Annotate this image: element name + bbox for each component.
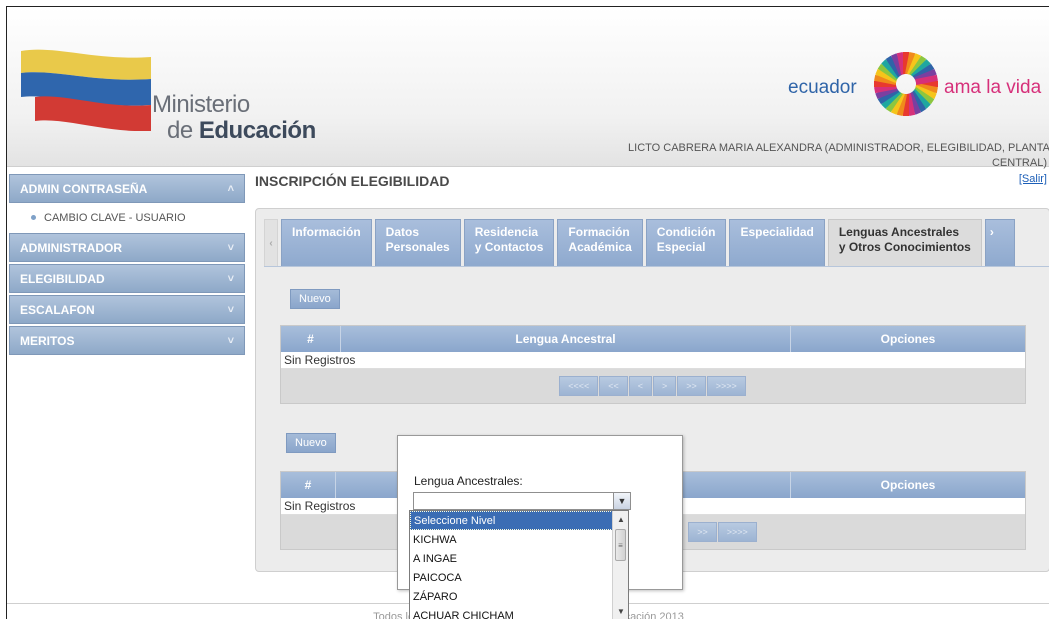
nuevo-button-1[interactable]: Nuevo <box>290 289 340 309</box>
chevron-up-icon: ˄ <box>227 182 234 195</box>
user-info-cont: CENTRAL) <box>991 157 1047 169</box>
app-window: Ministerio de Educación ecuador ama la v… <box>6 6 1049 619</box>
pager-next-page-button-2[interactable]: >> <box>688 522 717 542</box>
ministerio-logo-icon <box>21 49 151 131</box>
chevron-down-icon[interactable]: ▼ <box>613 493 630 509</box>
tab-formacion-academica[interactable]: Formación Académica <box>557 219 643 267</box>
logo-text-educacion: de Educación <box>167 117 316 144</box>
tab-residencia-contactos[interactable]: Residencia y Contactos <box>463 219 555 267</box>
dropdown-option[interactable]: ACHUAR CHICHAM <box>410 606 613 619</box>
dropdown-option[interactable]: PAICOCA <box>410 568 613 587</box>
grid-header: # Lengua Ancestral Opciones <box>281 326 1025 352</box>
grid-pager: <<<< << < > >> >>>> <box>281 369 1025 403</box>
pager-prev-button[interactable]: < <box>628 376 652 396</box>
dropdown-option[interactable]: A INGAE <box>410 549 613 568</box>
dropdown-option[interactable]: ZÁPARO <box>410 587 613 606</box>
scroll-down-icon[interactable]: ▼ <box>613 603 628 619</box>
brand-ama-la-vida: ama la vida <box>944 77 1042 98</box>
tab-lenguas-ancestrales[interactable]: Lenguas Ancestrales y Otros Conocimientos <box>827 219 982 267</box>
dropdown-option[interactable]: Seleccione Nivel <box>410 511 613 530</box>
sidebar-item-cambio-clave[interactable]: CAMBIO CLAVE - USUARIO <box>9 205 245 230</box>
bullet-icon <box>31 215 36 220</box>
dropdown-option[interactable]: KICHWA <box>410 530 613 549</box>
chevron-down-icon: ˅ <box>227 272 234 285</box>
pager-prev-page-button[interactable]: << <box>599 376 628 396</box>
header: Ministerio de Educación ecuador ama la v… <box>7 7 1049 167</box>
tab-bar: ‹ Información Datos Personales Residencia… <box>264 219 1049 267</box>
chevron-down-icon: ˅ <box>227 334 234 347</box>
scroll-thumb[interactable]: ≡ <box>615 529 626 561</box>
col-number-2: # <box>281 472 336 498</box>
logo-text-ministerio: Ministerio <box>152 91 250 118</box>
tab-scroll-left-icon[interactable]: ‹ <box>264 219 278 267</box>
tab-divider <box>264 266 1049 267</box>
tab-especialidad[interactable]: Especialidad <box>729 219 825 267</box>
chevron-down-icon: ˅ <box>227 303 234 316</box>
pager-first-button[interactable]: <<<< <box>559 376 599 396</box>
pager-next-page-button[interactable]: >> <box>677 376 706 396</box>
col-opciones: Opciones <box>880 332 936 346</box>
lengua-ancestral-label: Lengua Ancestrales: <box>414 474 523 488</box>
dropdown-scrollbar[interactable]: ▲ ≡ ▼ <box>612 511 628 619</box>
grid-empty-row: Sin Registros <box>281 352 1025 369</box>
sidebar-section-escalafon[interactable]: ESCALAFON ˅ <box>9 295 245 324</box>
sidebar-section-meritos[interactable]: MERITOS ˅ <box>9 326 245 355</box>
pager-last-button-2[interactable]: >>>> <box>717 522 757 542</box>
nuevo-button-2[interactable]: Nuevo <box>286 433 336 453</box>
ecuador-sun-icon <box>874 52 938 116</box>
col-opciones-2: Opciones <box>880 478 936 492</box>
tab-condicion-especial[interactable]: Condición Especial <box>645 219 727 267</box>
col-lengua-ancestral: Lengua Ancestral <box>341 326 791 352</box>
user-info: LICTO CABRERA MARIA ALEXANDRA (ADMINISTR… <box>628 142 1049 154</box>
pager-next-button[interactable]: > <box>653 376 677 396</box>
col-number: # <box>281 326 341 352</box>
chevron-down-icon: ˅ <box>227 241 234 254</box>
sidebar-section-admin-contrasena[interactable]: ADMIN CONTRASEÑA ˄ <box>9 174 245 203</box>
page-title: INSCRIPCIÓN ELEGIBILIDAD <box>255 173 450 189</box>
tab-scroll-right-icon[interactable]: › <box>984 219 1015 267</box>
tab-informacion[interactable]: Información <box>281 219 372 267</box>
lengua-dropdown-list: Seleccione Nivel KICHWA A INGAE PAICOCA … <box>409 510 629 619</box>
brand-ecuador: ecuador <box>788 77 857 98</box>
tab-datos-personales[interactable]: Datos Personales <box>374 219 461 267</box>
lengua-ancestral-select[interactable]: ▼ <box>413 492 631 510</box>
logout-link[interactable]: [Salir] <box>1019 173 1047 185</box>
scroll-up-icon[interactable]: ▲ <box>613 511 628 527</box>
sidebar-section-elegibilidad[interactable]: ELEGIBILIDAD ˅ <box>9 264 245 293</box>
sidebar: ADMIN CONTRASEÑA ˄ CAMBIO CLAVE - USUARI… <box>9 174 245 357</box>
pager-last-button[interactable]: >>>> <box>706 376 746 396</box>
sidebar-section-administrador[interactable]: ADMINISTRADOR ˅ <box>9 233 245 262</box>
lengua-ancestral-grid: # Lengua Ancestral Opciones Sin Registro… <box>280 325 1026 404</box>
